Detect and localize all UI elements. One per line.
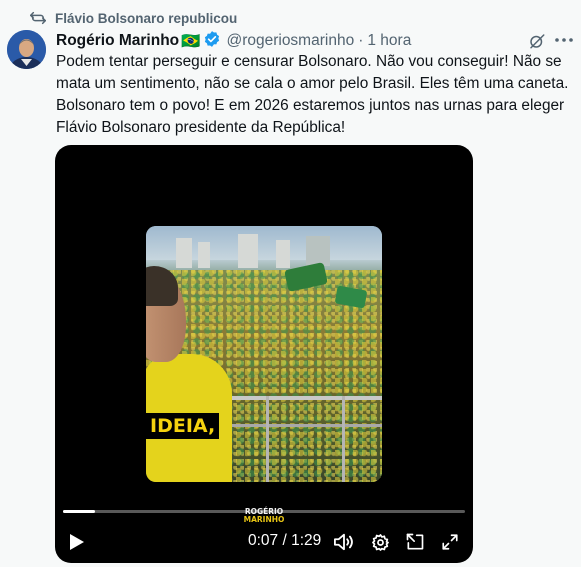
video-frame[interactable] bbox=[146, 226, 382, 482]
pip-button[interactable] bbox=[403, 528, 427, 556]
tweet-text-line: Podem tentar perseguir e censurar Bolson… bbox=[56, 53, 562, 70]
video-player[interactable]: IDEIA, ROGÉRIO MARINHO 0:07 / 1:29 bbox=[55, 145, 473, 563]
author-handle[interactable]: @rogeriosmarinho bbox=[226, 32, 354, 50]
author-avatar[interactable] bbox=[7, 30, 46, 69]
fullscreen-icon bbox=[442, 534, 458, 550]
grok-icon[interactable] bbox=[526, 30, 548, 52]
play-button[interactable] bbox=[67, 528, 87, 556]
tweet-header: Rogério Marinho 🇧🇷 @rogeriosmarinho · 1 … bbox=[56, 30, 411, 52]
fullscreen-button[interactable] bbox=[438, 528, 462, 556]
video-caption: IDEIA, bbox=[146, 413, 220, 439]
frame-building bbox=[176, 238, 192, 268]
repost-indicator[interactable]: Flávio Bolsonaro republicou bbox=[30, 8, 237, 28]
current-time: 0:07 bbox=[248, 532, 279, 549]
verified-badge-icon bbox=[203, 30, 221, 53]
time-separator: / bbox=[282, 532, 287, 549]
volume-button[interactable] bbox=[332, 528, 356, 556]
watermark-line: MARINHO bbox=[243, 515, 285, 524]
separator-dot: · bbox=[358, 32, 364, 49]
video-watermark: ROGÉRIO MARINHO bbox=[241, 508, 287, 526]
frame-building bbox=[276, 240, 290, 268]
tweet-text-line: Flávio Bolsonaro presidente da República… bbox=[56, 119, 346, 136]
settings-button[interactable] bbox=[368, 528, 392, 556]
more-options-icon[interactable] bbox=[552, 28, 576, 52]
author-name[interactable]: Rogério Marinho bbox=[56, 32, 179, 50]
repost-icon bbox=[30, 11, 46, 25]
video-duration: 1:29 bbox=[291, 532, 322, 549]
tweet-time[interactable]: 1 hora bbox=[367, 32, 411, 50]
repost-label: Flávio Bolsonaro republicou bbox=[55, 10, 238, 26]
frame-building bbox=[198, 242, 210, 268]
video-controls: 0:07 / 1:29 bbox=[55, 528, 473, 558]
pip-icon bbox=[406, 533, 424, 550]
frame-post bbox=[342, 396, 345, 482]
tweet-text-line: mata um sentimento, não se cala o amor p… bbox=[56, 75, 569, 92]
frame-building bbox=[306, 236, 330, 266]
video-progress-fill bbox=[63, 510, 95, 513]
frame-post bbox=[266, 396, 269, 482]
volume-icon bbox=[333, 533, 353, 551]
video-timecode: 0:07 / 1:29 bbox=[248, 532, 321, 550]
flag-emoji: 🇧🇷 bbox=[181, 32, 201, 50]
tweet-text: Podem tentar perseguir e censurar Bolson… bbox=[56, 51, 574, 139]
settings-icon bbox=[371, 533, 389, 551]
play-icon bbox=[70, 534, 84, 550]
frame-building bbox=[238, 234, 258, 268]
tweet-text-line: Bolsonaro tem o povo! E em 2026 estaremo… bbox=[56, 97, 565, 114]
